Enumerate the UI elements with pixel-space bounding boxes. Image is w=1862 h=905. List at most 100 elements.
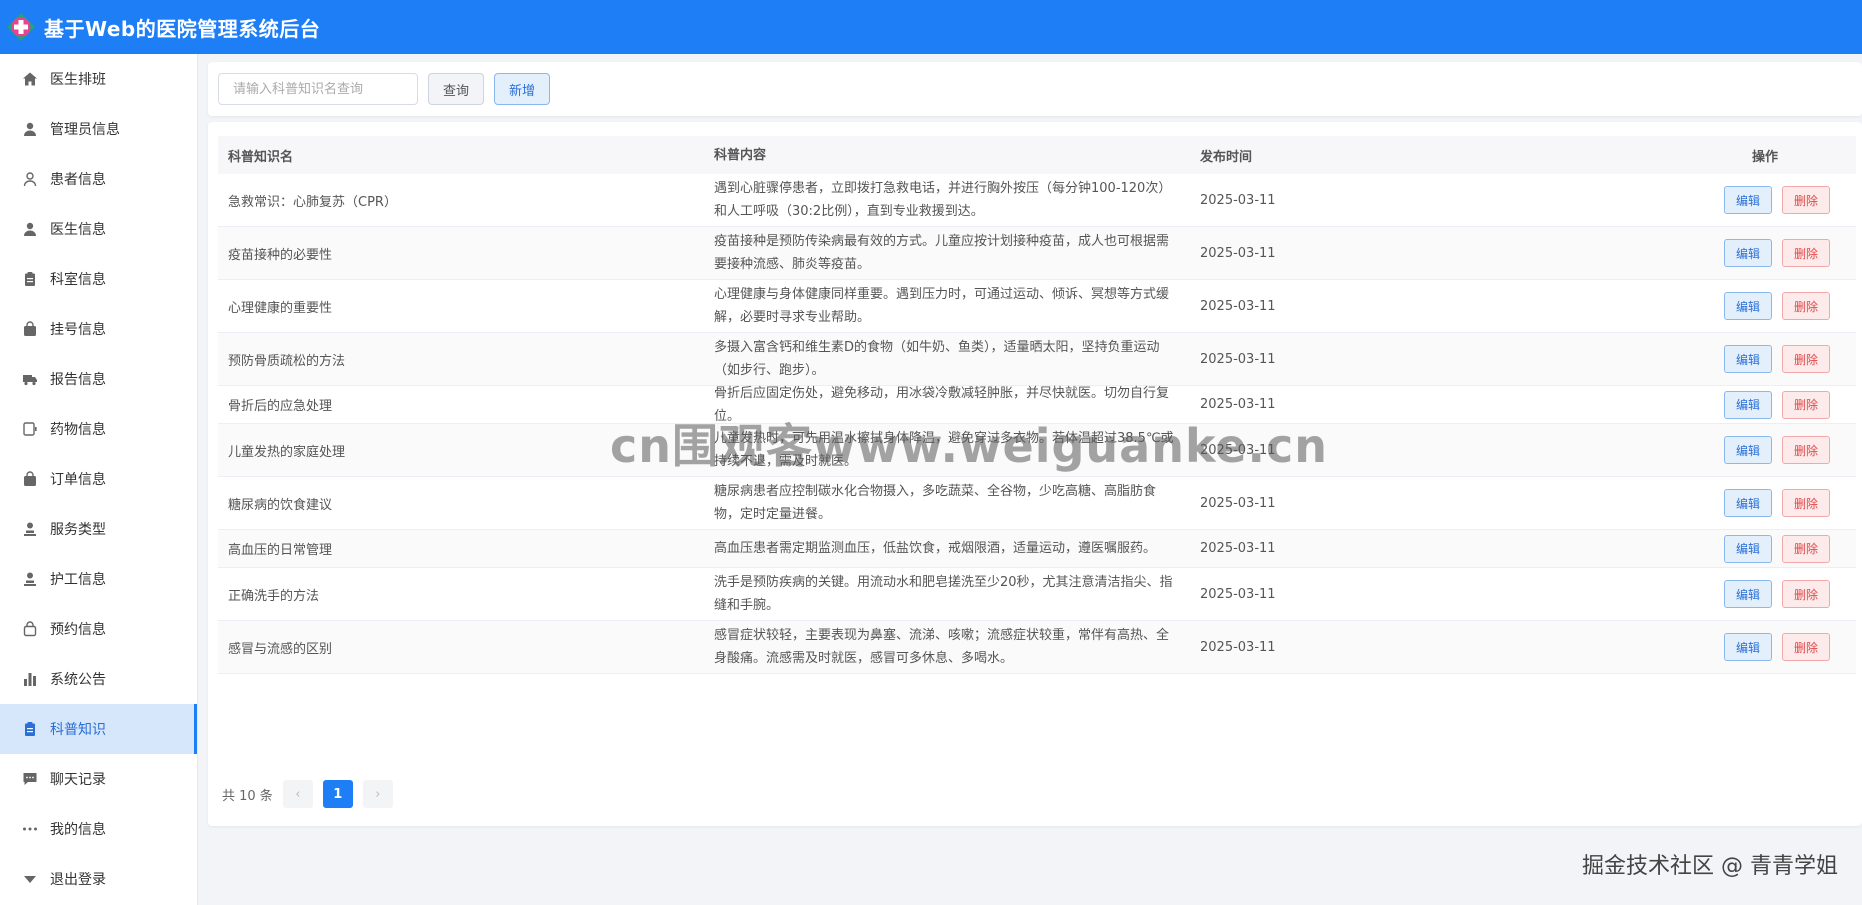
add-button[interactable]: 新增	[494, 73, 551, 105]
sidebar-nav: 医生排班管理员信息患者信息 医生信息科室信息挂号信息报告信息药物信息订单信息服务类…	[0, 54, 198, 905]
delete-button[interactable]: 删除	[1781, 292, 1830, 320]
sidebar-item-3[interactable]: 医生信息	[0, 204, 197, 254]
edit-button[interactable]: 编辑	[1723, 390, 1772, 419]
sidebar-item-5[interactable]: 挂号信息	[0, 304, 197, 354]
table-row: 心理健康的重要性 心理健康与身体健康同样重要。遇到压力时，可通过运动、倾诉、冥想等…	[218, 280, 1856, 333]
sidebar-item-label: 管理员信息	[50, 122, 120, 138]
cell-name: 感冒与流感的区别	[228, 641, 333, 657]
table-header: 科普知识名 科普内容 发布时间 操作	[218, 136, 1856, 174]
sidebar-item-label: 系统公告	[50, 672, 106, 688]
cell-name: 急救常识：心肺复苏（CPR）	[228, 194, 397, 210]
page-number-button[interactable]: 1	[322, 780, 353, 808]
sidebar-item-label: 护工信息	[50, 572, 106, 588]
sidebar-item-7[interactable]: 药物信息	[0, 404, 197, 454]
cell-actions: 编辑 删除	[1490, 292, 1856, 320]
sidebar-item-label: 药物信息	[50, 422, 106, 438]
cell-content: 洗手是预防疾病的关键。用流动水和肥皂搓洗至少20秒，尤其注意清洁指尖、指缝和手腕…	[714, 575, 1173, 613]
total-count: 共 10 条	[222, 788, 273, 804]
edit-button[interactable]: 编辑	[1723, 239, 1772, 267]
header-content: 科普内容	[714, 147, 767, 163]
sidebar-item-11[interactable]: 预约信息	[0, 604, 197, 654]
cell-content: 多摄入富含钙和维生素D的食物（如牛奶、鱼类），适量晒太阳，坚持负重运动（如步行、…	[714, 340, 1160, 378]
sidebar-item-8[interactable]: 订单信息	[0, 454, 197, 504]
sidebar-item-15[interactable]: 我的信息	[0, 804, 197, 854]
edit-button[interactable]: 编辑	[1723, 436, 1772, 464]
sidebar-item-13[interactable]: 科普知识	[0, 704, 197, 754]
next-page-button[interactable]: ›	[362, 780, 393, 808]
edit-button[interactable]: 编辑	[1723, 489, 1772, 517]
cell-actions: 编辑 删除	[1490, 580, 1856, 608]
cell-content: 糖尿病患者应控制碳水化合物摄入，多吃蔬菜、全谷物，少吃高糖、高脂肪食物，定时定量…	[714, 484, 1157, 522]
sidebar-item-label: 退出登录	[50, 872, 106, 888]
cell-date: 2025-03-11	[1200, 192, 1276, 208]
query-button[interactable]: 查询	[428, 73, 485, 105]
center-watermark: cn围观客www.weiguanke.cn	[610, 419, 1329, 473]
sidebar-item-10[interactable]: 护工信息	[0, 554, 197, 604]
delete-button[interactable]: 删除	[1781, 239, 1830, 267]
cell-actions: 编辑 删除	[1490, 633, 1856, 661]
delete-button[interactable]: 删除	[1781, 489, 1830, 517]
delete-button[interactable]: 删除	[1781, 633, 1830, 661]
cell-date: 2025-03-11	[1200, 298, 1276, 314]
sidebar-item-label: 我的信息	[50, 822, 106, 838]
header-actions: 操作	[1751, 149, 1778, 165]
edit-button[interactable]: 编辑	[1723, 345, 1772, 373]
delete-button[interactable]: 删除	[1781, 390, 1830, 419]
table-row: 急救常识：心肺复苏（CPR） 遇到心脏骤停患者，立即拨打急救电话，并进行胸外按压（…	[218, 174, 1856, 227]
cell-content: 心理健康与身体健康同样重要。遇到压力时，可通过运动、倾诉、冥想等方式缓解，必要时…	[714, 287, 1170, 325]
cell-name: 心理健康的重要性	[228, 300, 333, 316]
sidebar-item-label: 科室信息	[50, 272, 106, 288]
delete-button[interactable]: 删除	[1781, 345, 1830, 373]
sidebar-item-label: 挂号信息	[50, 322, 106, 338]
hospital-cross-logo-icon	[7, 13, 35, 41]
delete-button[interactable]: 删除	[1781, 186, 1830, 214]
sidebar-item-1[interactable]: 管理员信息	[0, 104, 197, 154]
sidebar-item-2[interactable]: 患者信息	[0, 154, 197, 204]
cell-date: 2025-03-11	[1200, 586, 1276, 602]
prev-page-button[interactable]: ‹	[282, 780, 313, 808]
cell-name: 糖尿病的饮食建议	[228, 497, 333, 513]
sidebar-item-16[interactable]: 退出登录	[0, 854, 197, 904]
delete-button[interactable]: 删除	[1781, 580, 1830, 608]
cell-date: 2025-03-11	[1200, 639, 1276, 655]
truck-icon	[22, 371, 38, 387]
cell-date: 2025-03-11	[1200, 351, 1276, 367]
user-icon	[22, 121, 38, 137]
edit-button[interactable]: 编辑	[1723, 534, 1772, 563]
knowledge-table: 科普知识名 科普内容 发布时间 操作 急救常识：心肺复苏（CPR） 遇到心脏骤停患…	[218, 136, 1856, 674]
cell-actions: 编辑 删除	[1490, 345, 1856, 373]
edit-button[interactable]: 编辑	[1723, 292, 1772, 320]
table-row: 正确洗手的方法 洗手是预防疾病的关键。用流动水和肥皂搓洗至少20秒，尤其注意清洁指…	[218, 568, 1856, 621]
table-row: 糖尿病的饮食建议 糖尿病患者应控制碳水化合物摄入，多吃蔬菜、全谷物，少吃高糖、高脂…	[218, 477, 1856, 530]
edit-button[interactable]: 编辑	[1723, 633, 1772, 661]
more-dots-icon	[22, 821, 38, 837]
delete-button[interactable]: 删除	[1781, 436, 1830, 464]
delete-button[interactable]: 删除	[1781, 534, 1830, 563]
search-toolbar: 查询 新增	[208, 62, 1862, 116]
sidebar-item-14[interactable]: 聊天记录	[0, 754, 197, 804]
cell-actions: 编辑 删除	[1490, 534, 1856, 563]
search-input[interactable]	[218, 73, 418, 105]
edit-button[interactable]: 编辑	[1723, 186, 1772, 214]
cell-actions: 编辑 删除	[1490, 436, 1856, 464]
sidebar-item-9[interactable]: 服务类型	[0, 504, 197, 554]
cell-name: 预防骨质疏松的方法	[228, 353, 346, 369]
table-row: 高血压的日常管理 高血压患者需定期监测血压，低盐饮食，戒烟限酒，适量运动，遵医嘱服…	[218, 530, 1856, 568]
cell-date: 2025-03-11	[1200, 245, 1276, 261]
sidebar-item-6[interactable]: 报告信息	[0, 354, 197, 404]
edit-button[interactable]: 编辑	[1723, 580, 1772, 608]
user-icon	[22, 221, 38, 237]
sidebar-item-4[interactable]: 科室信息	[0, 254, 197, 304]
cell-content: 高血压患者需定期监测血压，低盐饮食，戒烟限酒，适量运动，遵医嘱服药。	[714, 541, 1157, 556]
cell-name: 高血压的日常管理	[228, 543, 333, 558]
cell-content: 遇到心脏骤停患者，立即拨打急救电话，并进行胸外按压（每分钟100-120次）和人…	[714, 181, 1172, 219]
home-icon	[22, 71, 38, 87]
app-header: 基于Web的医院管理系统后台	[0, 0, 1862, 54]
app-title: 基于Web的医院管理系统后台	[44, 16, 321, 41]
sidebar-item-label: 服务类型	[50, 522, 106, 538]
sidebar-item-label: 报告信息	[50, 372, 106, 388]
sidebar-item-12[interactable]: 系统公告	[0, 654, 197, 704]
cell-actions: 编辑 删除	[1490, 186, 1856, 214]
chat-icon	[22, 771, 38, 787]
sidebar-item-0[interactable]: 医生排班	[0, 54, 197, 104]
